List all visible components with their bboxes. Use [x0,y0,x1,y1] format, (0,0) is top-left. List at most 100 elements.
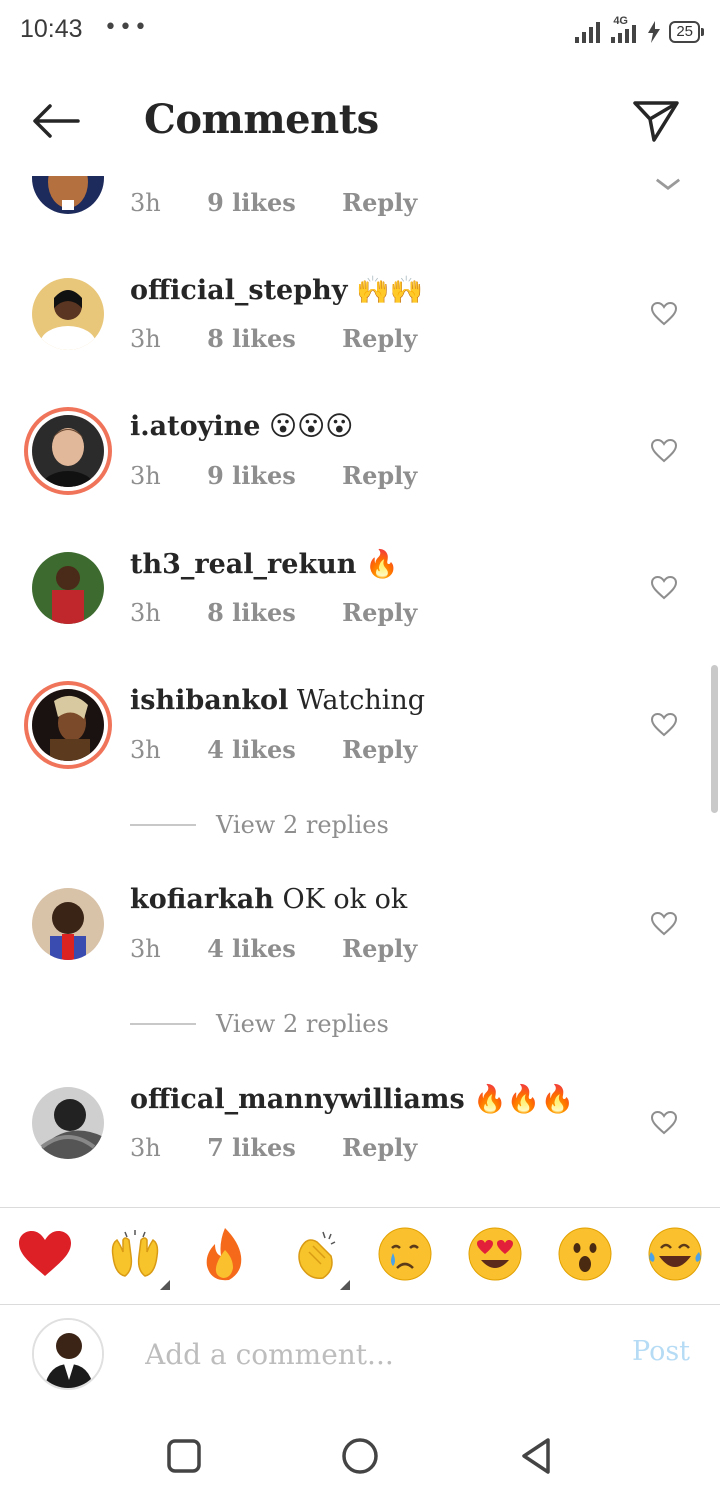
comment-time: 3h [130,599,161,627]
crying-face-reaction-button[interactable] [373,1222,437,1286]
avatar[interactable] [32,888,104,960]
comment-text: ishibankol Watching [130,685,425,716]
comment-meta: 3h 8 likes Reply [130,324,455,353]
heart-icon[interactable] [650,711,678,739]
reply-button[interactable]: Reply [342,188,417,217]
comment-item: offical_mannywilliams 🔥🔥🔥 3h 7 likes Rep… [0,1081,720,1206]
view-replies-label: View 2 replies [216,811,389,839]
raising-hands-reaction-button[interactable] [103,1222,167,1286]
avatar[interactable] [32,278,104,350]
comment-emojis: 🔥 [365,549,399,580]
comment-username[interactable]: ishibankol [130,685,288,716]
comment-likes[interactable]: 7 likes [207,1133,296,1162]
comment-emojis: 😮😮😮 [268,411,354,442]
avatar[interactable] [32,415,104,487]
comment-meta: 3h 4 likes Reply [130,934,455,963]
reply-button[interactable]: Reply [342,1133,417,1162]
heart-icon[interactable] [650,574,678,602]
triangle-back-icon [522,1438,550,1474]
comment-time: 3h [130,462,161,490]
comment-username[interactable]: kofiarkah [130,884,274,915]
comment-likes[interactable]: 8 likes [207,598,296,627]
comment-likes[interactable]: 4 likes [207,934,296,963]
comment-likes[interactable]: 9 likes [207,188,296,217]
fire-reaction-button[interactable] [193,1222,257,1286]
comment-text: i.atoyine 😮😮😮 [130,411,353,442]
reply-button[interactable]: Reply [342,324,417,353]
surprised-face-reaction-button[interactable] [553,1222,617,1286]
signal-icon [575,22,601,43]
comment-body: Watching [296,685,426,716]
comment-likes[interactable]: 9 likes [207,461,296,490]
view-replies-button[interactable]: View 2 replies [130,811,389,839]
reply-button[interactable]: Reply [342,598,417,627]
comment-time: 3h [130,325,161,353]
back-button[interactable] [28,96,84,146]
reply-button[interactable]: Reply [342,735,417,764]
comment-likes[interactable]: 8 likes [207,324,296,353]
network-4g-icon: 4G [611,15,639,45]
home-button[interactable] [336,1432,384,1480]
surprised-face-icon [558,1227,612,1281]
scrollbar[interactable] [711,665,718,813]
comment-time: 3h [130,736,161,764]
heart-icon[interactable] [650,300,678,328]
comment-composer: Post [0,1304,720,1408]
circle-icon [342,1438,378,1474]
heart-eyes-icon [468,1227,522,1281]
charging-icon [648,21,661,43]
reply-button[interactable]: Reply [342,934,417,963]
heart-icon[interactable] [650,437,678,465]
reply-button[interactable]: Reply [342,461,417,490]
emoji-reactions-bar [0,1207,720,1305]
clapping-hands-reaction-button[interactable] [283,1222,347,1286]
comment-username[interactable]: official_stephy [130,275,347,306]
system-navigation-bar [0,1408,720,1500]
comment-meta: 3h 4 likes Reply [130,735,455,764]
status-bar: 10:43 ••• 4G 25 [0,0,720,64]
arrow-left-icon [33,104,80,138]
chevron-down-icon[interactable] [654,176,682,198]
current-user-avatar [32,1318,104,1390]
comment-input[interactable] [145,1332,605,1376]
replies-divider [130,824,196,826]
view-replies-button[interactable]: View 2 replies [130,1010,389,1038]
heart-reaction-button[interactable] [13,1222,77,1286]
avatar[interactable] [32,1087,104,1159]
avatar[interactable] [32,552,104,624]
comment-text: kofiarkah OK ok ok [130,884,407,915]
comment-body: OK ok ok [282,884,408,915]
comment-text: th3_real_rekun 🔥 [130,548,399,580]
raising-hands-icon [111,1230,159,1277]
laughing-face-reaction-button[interactable] [643,1222,707,1286]
comment-likes[interactable]: 4 likes [207,735,296,764]
clapping-hands-icon [298,1231,336,1279]
comment-username[interactable]: th3_real_rekun [130,549,356,580]
comment-meta: 3h 8 likes Reply [130,598,455,627]
square-icon [167,1439,201,1473]
skin-tone-indicator [340,1280,350,1290]
back-nav-button[interactable] [512,1432,560,1480]
comment-item: th3_real_rekun 🔥 3h 8 likes Reply [0,546,720,676]
status-icons: 4G 25 [575,15,704,48]
avatar[interactable] [32,176,104,214]
comment-username[interactable]: i.atoyine [130,411,260,442]
recent-apps-button[interactable] [160,1432,208,1480]
comment-time: 3h [130,935,161,963]
comment-time: 3h [130,1134,161,1162]
post-button[interactable]: Post [632,1336,690,1367]
comments-list[interactable]: 3h 9 likes Reply official_stephy 🙌🙌 3h 8… [0,176,720,1206]
heart-icon[interactable] [650,910,678,938]
crying-face-icon [378,1227,432,1281]
direct-message-button[interactable] [630,96,682,146]
view-replies-label: View 2 replies [216,1010,389,1038]
heart-icon[interactable] [650,1109,678,1137]
replies-divider [130,1023,196,1025]
heart-eyes-reaction-button[interactable] [463,1222,527,1286]
comment-username[interactable]: offical_mannywilliams [130,1084,465,1115]
comment-emojis: 🔥🔥🔥 [473,1084,575,1115]
comment-text: official_stephy 🙌🙌 [130,274,423,306]
avatar[interactable] [32,689,104,761]
tears-of-joy-icon [648,1227,702,1281]
battery-icon: 25 [669,21,704,43]
